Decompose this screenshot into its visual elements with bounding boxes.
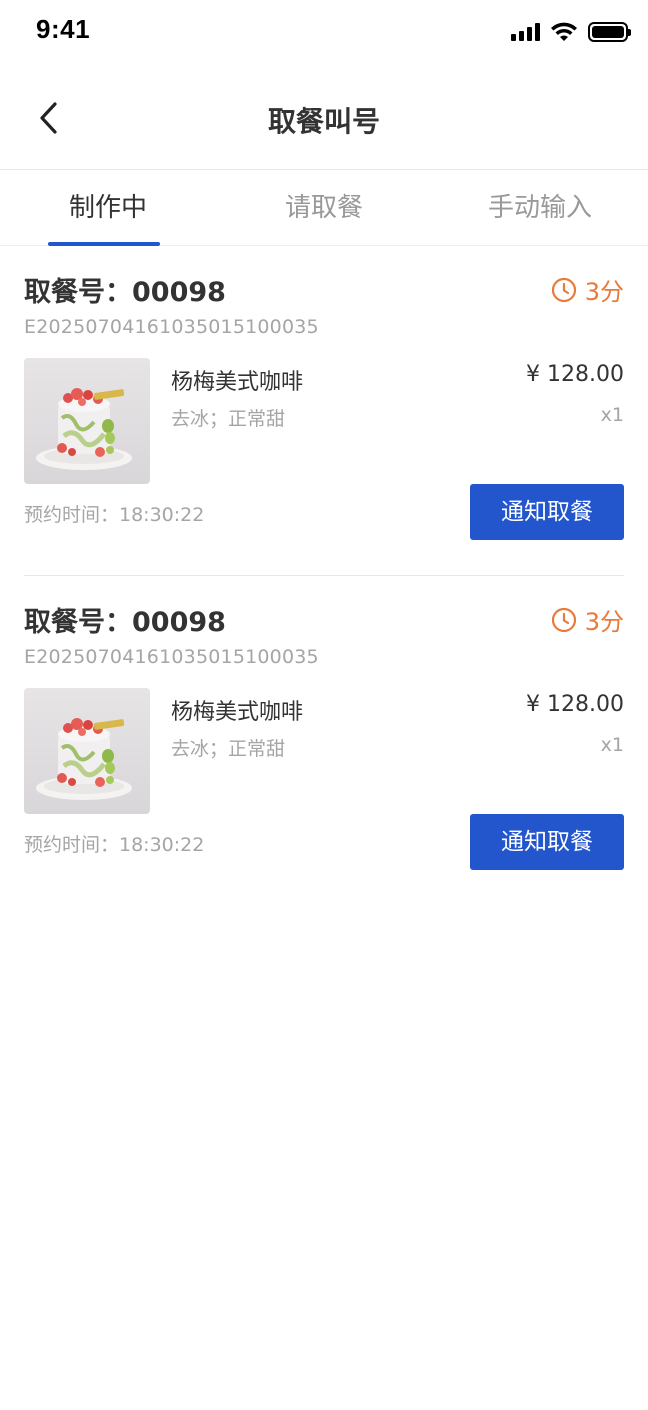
pickup-row: 取餐号：00098 3分 bbox=[24, 270, 624, 308]
product-price: ¥ 128.00 bbox=[526, 692, 624, 717]
reserve-time: 预约时间：18:30:22 bbox=[24, 834, 205, 856]
tab-manual-input[interactable]: 手动输入 bbox=[432, 170, 648, 245]
pickup-number: 取餐号：00098 bbox=[24, 277, 226, 308]
reserve-time: 预约时间：18:30:22 bbox=[24, 504, 205, 526]
product-spec: 去冰；正常甜 bbox=[171, 738, 286, 760]
order-number: E20250704161035015100035 bbox=[24, 646, 319, 668]
status-time: 9:41 bbox=[36, 14, 91, 44]
nav-bar: 取餐叫号 bbox=[0, 66, 648, 170]
status-icons bbox=[511, 22, 631, 42]
clock-icon bbox=[551, 607, 576, 632]
battery-icon bbox=[588, 22, 631, 42]
order-card: 取餐号：00098 3分 E20250704161035015100035 杨梅… bbox=[24, 246, 624, 575]
wait-timer: 3分 bbox=[551, 272, 624, 307]
clock-icon bbox=[551, 277, 576, 302]
product-quantity: x1 bbox=[600, 734, 624, 756]
product-name: 杨梅美式咖啡 bbox=[171, 700, 304, 725]
tab-in-progress[interactable]: 制作中 bbox=[0, 170, 216, 245]
product-name: 杨梅美式咖啡 bbox=[171, 370, 304, 395]
page-title: 取餐叫号 bbox=[267, 105, 380, 138]
product-quantity: x1 bbox=[600, 404, 624, 426]
wait-timer: 3分 bbox=[551, 602, 624, 637]
order-number: E20250704161035015100035 bbox=[24, 316, 319, 338]
signal-icon bbox=[511, 23, 540, 41]
timer-text: 3分 bbox=[584, 278, 624, 306]
product-spec: 去冰；正常甜 bbox=[171, 408, 286, 430]
notify-pickup-button[interactable]: 通知取餐 bbox=[470, 814, 624, 870]
status-bar: 9:41 bbox=[0, 0, 648, 66]
notify-pickup-button[interactable]: 通知取餐 bbox=[470, 484, 624, 540]
order-card: 取餐号：00098 3分 E20250704161035015100035 杨梅… bbox=[24, 575, 624, 904]
wifi-icon bbox=[551, 22, 577, 41]
tab-bar: 制作中 请取餐 手动输入 bbox=[0, 170, 648, 246]
pickup-row: 取餐号：00098 3分 bbox=[24, 600, 624, 638]
product-price: ¥ 128.00 bbox=[526, 362, 624, 387]
timer-text: 3分 bbox=[584, 608, 624, 636]
order-list: 取餐号：00098 3分 E20250704161035015100035 杨梅… bbox=[24, 246, 624, 904]
tab-ready-for-pickup[interactable]: 请取餐 bbox=[216, 170, 432, 245]
pickup-number: 取餐号：00098 bbox=[24, 607, 226, 638]
product-image bbox=[24, 358, 150, 484]
product-image bbox=[24, 688, 150, 814]
